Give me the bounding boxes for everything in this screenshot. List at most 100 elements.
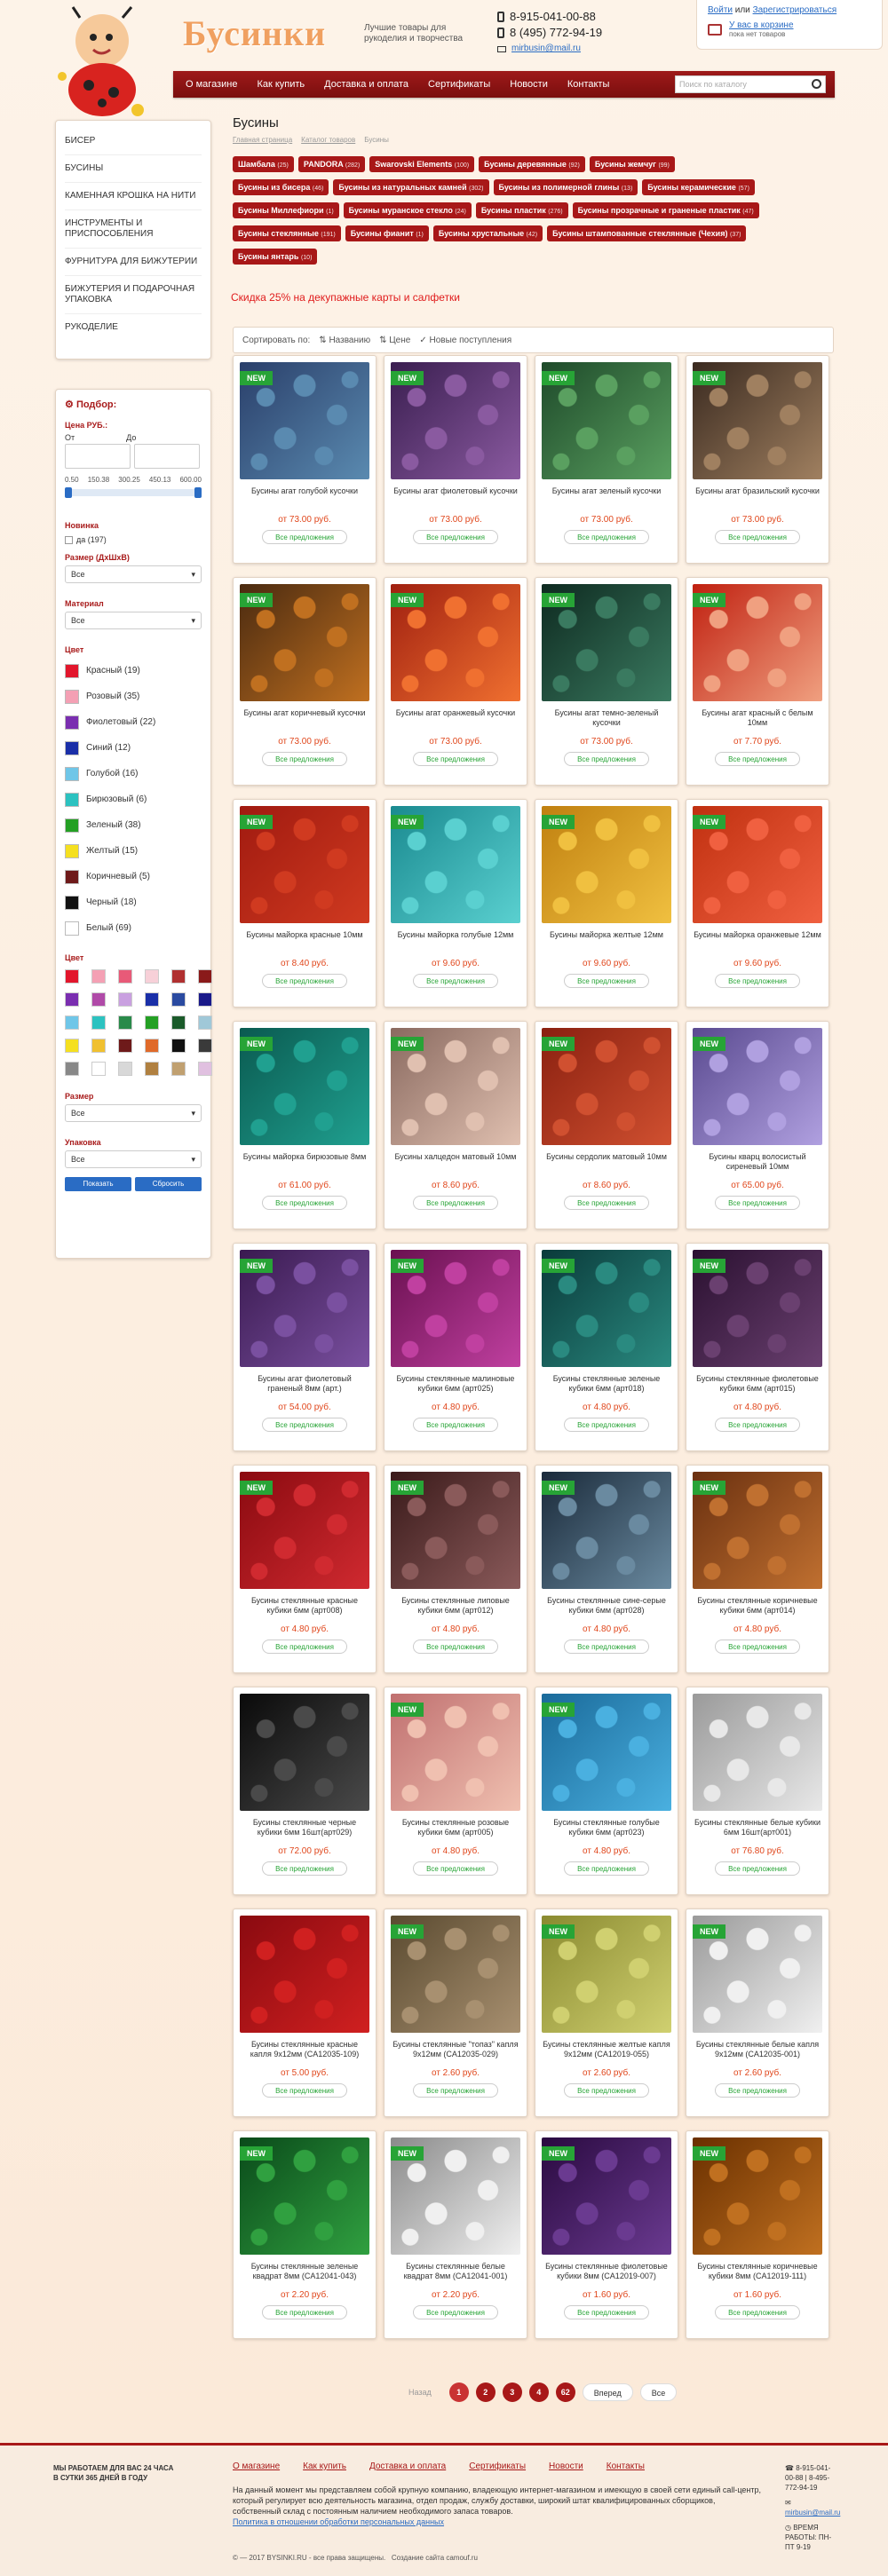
subcategory-tag[interactable]: Бусины из полимерной глины (13): [493, 179, 638, 195]
all-offers-button[interactable]: Все предложения: [413, 974, 498, 988]
product-image[interactable]: NEW: [542, 806, 671, 923]
product-card[interactable]: NEW Бусины кварц волосистый сиреневый 10м…: [686, 1021, 829, 1229]
product-name[interactable]: Бусины агат бразильский кусочки: [693, 486, 822, 510]
product-name[interactable]: Бусины стеклянные белые капля 9х12мм (CA…: [693, 2040, 822, 2063]
product-name[interactable]: Бусины стеклянные розовые кубики 6мм (ар…: [391, 1818, 520, 1841]
product-name[interactable]: Бусины кварц волосистый сиреневый 10мм: [693, 1152, 822, 1175]
color-swatch-option[interactable]: [65, 992, 79, 1007]
product-image[interactable]: NEW: [240, 1250, 369, 1367]
product-name[interactable]: Бусины стеклянные липовые кубики 6мм (ар…: [391, 1596, 520, 1619]
subcategory-tag[interactable]: Swarovski Elements (100): [369, 156, 475, 172]
product-card[interactable]: NEW Бусины агат оранжевый кусочки от 73.00…: [384, 577, 527, 786]
product-name[interactable]: Бусины агат фиолетовый граненый 8мм (арт…: [240, 1374, 369, 1397]
color-swatch-option[interactable]: [145, 992, 159, 1007]
product-card[interactable]: Бусины стеклянные черные кубики 6мм 16шт…: [233, 1687, 377, 1895]
product-image[interactable]: NEW: [542, 362, 671, 479]
product-image[interactable]: NEW: [391, 1694, 520, 1811]
all-offers-button[interactable]: Все предложения: [413, 530, 498, 544]
nav-how-to-buy[interactable]: Как купить: [257, 79, 305, 90]
product-name[interactable]: Бусины агат голубой кусочки: [240, 486, 369, 510]
product-card[interactable]: NEW Бусины стеклянные розовые кубики 6мм …: [384, 1687, 527, 1895]
product-name[interactable]: Бусины майорка голубые 12мм: [391, 930, 520, 953]
site-logo-text[interactable]: Бусинки: [183, 12, 326, 54]
nav-certificates[interactable]: Сертификаты: [428, 79, 490, 90]
footer-nav-contacts[interactable]: Контакты: [607, 2461, 645, 2471]
all-offers-button[interactable]: Все предложения: [262, 2305, 347, 2319]
pager-page[interactable]: 62: [555, 2382, 575, 2402]
product-card[interactable]: NEW Бусины стеклянные коричневые кубики 8…: [686, 2130, 829, 2339]
price-slider[interactable]: [65, 487, 202, 498]
all-offers-button[interactable]: Все предложения: [564, 974, 649, 988]
product-image[interactable]: NEW: [240, 362, 369, 479]
all-offers-button[interactable]: Все предложения: [564, 1418, 649, 1432]
product-image[interactable]: NEW: [693, 806, 822, 923]
product-name[interactable]: Бусины майорка бирюзовые 8мм: [240, 1152, 369, 1175]
product-card[interactable]: NEW Бусины халцедон матовый 10мм от 8.60 р…: [384, 1021, 527, 1229]
product-name[interactable]: Бусины стеклянные зеленые квадрат 8мм (C…: [240, 2262, 369, 2285]
color-swatch-option[interactable]: [198, 1062, 212, 1076]
pager-prev[interactable]: Назад: [398, 2383, 442, 2401]
product-card[interactable]: NEW Бусины агат голубой кусочки от 73.00 р…: [233, 355, 377, 564]
product-card[interactable]: NEW Бусины майорка желтые 12мм от 9.60 руб…: [535, 799, 678, 1007]
footer-nav-how-to-buy[interactable]: Как купить: [303, 2461, 346, 2471]
subcategory-tag[interactable]: Бусины деревянные (92): [479, 156, 585, 172]
subcategory-tag[interactable]: Бусины хрустальные (42): [432, 225, 543, 241]
product-image[interactable]: NEW: [693, 1472, 822, 1589]
sidebar-item-biser[interactable]: БИСЕР: [65, 128, 202, 155]
color-filter-item[interactable]: Белый (69): [65, 915, 202, 941]
breadcrumb-home[interactable]: Главная страница: [233, 136, 292, 144]
all-offers-button[interactable]: Все предложения: [262, 1418, 347, 1432]
product-name[interactable]: Бусины сердолик матовый 10мм: [542, 1152, 671, 1175]
created-by-link[interactable]: Создание сайта camouf.ru: [392, 2554, 478, 2562]
all-offers-button[interactable]: Все предложения: [564, 1861, 649, 1876]
reset-button[interactable]: Сбросить: [135, 1177, 202, 1191]
price-to-input[interactable]: [134, 444, 200, 469]
all-offers-button[interactable]: Все предложения: [564, 530, 649, 544]
color-swatch-option[interactable]: [145, 969, 159, 984]
all-offers-button[interactable]: Все предложения: [715, 1196, 800, 1210]
all-offers-button[interactable]: Все предложения: [262, 1196, 347, 1210]
product-card[interactable]: NEW Бусины агат фиолетовый кусочки от 73.0…: [384, 355, 527, 564]
color-swatch-option[interactable]: [91, 992, 106, 1007]
product-name[interactable]: Бусины агат темно-зеленый кусочки: [542, 708, 671, 731]
product-image[interactable]: NEW: [391, 362, 520, 479]
all-offers-button[interactable]: Все предложения: [715, 1418, 800, 1432]
color-swatch-option[interactable]: [65, 1015, 79, 1030]
all-offers-button[interactable]: Все предложения: [715, 752, 800, 766]
product-card[interactable]: NEW Бусины майорка красные 10мм от 8.40 ру…: [233, 799, 377, 1007]
all-offers-button[interactable]: Все предложения: [715, 1861, 800, 1876]
color-swatch-option[interactable]: [171, 969, 186, 984]
product-name[interactable]: Бусины агат красный с белым 10мм: [693, 708, 822, 731]
product-image[interactable]: NEW: [391, 1028, 520, 1145]
ladybug-mascot-logo[interactable]: [53, 5, 151, 121]
color-swatch-option[interactable]: [118, 992, 132, 1007]
all-offers-button[interactable]: Все предложения: [715, 530, 800, 544]
color-filter-item[interactable]: Бирюзовый (6): [65, 786, 202, 812]
product-image[interactable]: NEW: [693, 362, 822, 479]
pager-page[interactable]: 1: [448, 2382, 469, 2402]
color-swatch-option[interactable]: [118, 969, 132, 984]
footer-nav-certificates[interactable]: Сертификаты: [469, 2461, 526, 2471]
cart-block[interactable]: У вас в корзине пока нет товаров: [708, 20, 871, 38]
product-name[interactable]: Бусины агат зеленый кусочки: [542, 486, 671, 510]
product-name[interactable]: Бусины майорка оранжевые 12мм: [693, 930, 822, 953]
sort-by-price[interactable]: ⇅ Цене: [379, 336, 410, 345]
all-offers-button[interactable]: Все предложения: [262, 530, 347, 544]
footer-nav-about[interactable]: О магазине: [233, 2461, 280, 2471]
color-swatch-option[interactable]: [91, 1039, 106, 1053]
all-offers-button[interactable]: Все предложения: [262, 752, 347, 766]
product-card[interactable]: NEW Бусины стеклянные коричневые кубики 6…: [686, 1465, 829, 1673]
subcategory-tag[interactable]: Бусины керамические (57): [642, 179, 755, 195]
color-filter-item[interactable]: Фиолетовый (22): [65, 709, 202, 735]
sort-by-name[interactable]: ⇅ Названию: [319, 336, 370, 345]
color-swatch-option[interactable]: [198, 969, 212, 984]
pager-page[interactable]: 3: [502, 2382, 522, 2402]
color-filter-item[interactable]: Синий (12): [65, 735, 202, 761]
search-icon[interactable]: [812, 79, 821, 89]
product-image[interactable]: NEW: [693, 584, 822, 701]
all-offers-button[interactable]: Все предложения: [564, 1640, 649, 1654]
subcategory-tag[interactable]: Бусины Миллефиори (1): [233, 202, 339, 218]
subcategory-tag[interactable]: Бусины прозрачные и граненые пластик (47…: [572, 202, 759, 218]
product-image[interactable]: NEW: [240, 2137, 369, 2255]
all-offers-button[interactable]: Все предложения: [413, 1418, 498, 1432]
